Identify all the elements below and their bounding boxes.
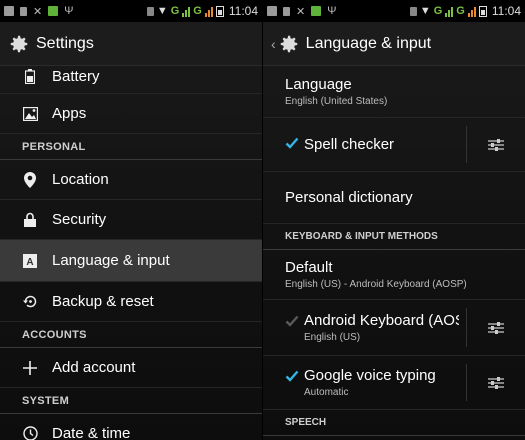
signal-icon [445,6,454,17]
personal-dictionary-label: Personal dictionary [285,189,413,206]
plus-icon [22,360,38,376]
usb-debug-icon: Ψ [64,5,74,17]
spell-checker-settings-button[interactable] [466,126,525,163]
language-setting[interactable]: Language English (United States) [263,66,525,118]
personal-dictionary-setting[interactable]: Personal dictionary [263,172,525,224]
signal-icon [182,6,191,17]
settings-item-label: Battery [52,68,100,85]
settings-item-label: Date & time [52,425,131,440]
notification-icon [267,6,277,16]
settings-item-label: Add account [52,359,136,376]
default-keyboard-setting[interactable]: Default English (US) - Android Keyboard … [263,250,525,300]
location-icon [22,171,38,188]
android-keyboard-checkbox [285,315,299,329]
tune-icon [488,376,504,389]
network-type: G [170,5,180,17]
default-keyboard-value: English (US) - Android Keyboard (AOSP) [285,279,467,290]
tune-icon [488,321,504,334]
settings-item-label: Apps [52,105,87,122]
vibrate-icon [409,6,417,16]
settings-list: Battery Apps PERSONAL Location Security … [0,60,262,440]
section-header-personal: PERSONAL [0,134,262,160]
android-keyboard-subtitle: English (US) [304,332,361,343]
status-bar: ✕ Ψ ▼ G G 11:04 [0,0,262,22]
settings-item-battery[interactable]: Battery [0,60,262,94]
settings-item-label: Location [52,171,109,188]
apps-icon [22,106,38,122]
spell-checker-checkbox[interactable] [285,137,299,151]
page-title: Language & input [305,34,432,52]
section-header-keyboard: KEYBOARD & INPUT METHODS [263,224,525,250]
battery-status-icon [215,5,224,17]
status-bar: ✕ Ψ ▼ G G 11:04 [263,0,525,22]
app-notification-icon [48,6,59,16]
clock: 11:04 [228,4,258,18]
settings-item-apps[interactable]: Apps [0,94,262,134]
lock-icon [22,212,38,228]
settings-gear-icon [8,33,30,55]
settings-item-location[interactable]: Location [0,160,262,200]
settings-item-language-input[interactable]: A Language & input [0,240,262,282]
android-keyboard-setting[interactable]: Android Keyboard (AOSP) English (US) [263,300,525,356]
vibrate-icon [146,6,154,16]
android-keyboard-title: Android Keyboard (AOSP) [304,312,459,329]
battery-status-icon [478,5,487,17]
settings-item-label: Security [52,211,107,228]
spell-checker-setting[interactable]: Spell checker [263,118,525,172]
wifi-icon: ▼ [156,5,168,17]
usb-icon: ✕ [33,5,43,18]
settings-item-label: Backup & reset [52,293,154,310]
notification-icon [4,6,14,16]
sd-card-icon [20,6,27,16]
google-voice-checkbox[interactable] [285,370,299,384]
sd-card-icon [283,6,290,16]
usb-debug-icon: Ψ [327,5,337,17]
signal-icon-2 [204,6,213,17]
usb-icon: ✕ [296,5,306,18]
app-notification-icon [311,6,322,16]
settings-item-date-time[interactable]: Date & time [0,414,262,440]
backup-icon [22,294,38,310]
settings-item-security[interactable]: Security [0,200,262,240]
google-voice-settings-button[interactable] [466,364,525,401]
wifi-icon: ▼ [419,5,431,17]
svg-text:A: A [26,257,33,268]
network-type-2: G [193,5,202,17]
language-input-screen: ✕ Ψ ▼ G G 11:04 ‹ Language & input Langu… [263,0,525,440]
language-title: Language [285,76,352,93]
default-keyboard-title: Default [285,259,333,276]
settings-gear-icon [278,33,300,55]
network-type-2: G [456,5,465,17]
android-keyboard-settings-button[interactable] [466,308,525,347]
back-caret-icon[interactable]: ‹ [271,36,276,52]
section-header-speech: SPEECH [263,410,525,436]
settings-item-label: Language & input [52,252,170,269]
google-voice-typing-setting[interactable]: Google voice typing Automatic [263,356,525,410]
spell-checker-label: Spell checker [304,136,395,153]
language-icon: A [22,253,38,269]
signal-icon-2 [467,6,476,17]
settings-item-backup-reset[interactable]: Backup & reset [0,282,262,322]
clock: 11:04 [491,4,521,18]
section-header-system: SYSTEM [0,388,262,414]
google-voice-subtitle: Automatic [304,387,349,398]
network-type: G [433,5,443,17]
language-value: English (United States) [285,96,388,107]
page-title: Settings [36,34,94,52]
tune-icon [488,138,504,151]
clock-icon [22,426,38,440]
settings-screen: ✕ Ψ ▼ G G 11:04 Settings Battery Apps PE… [0,0,262,440]
google-voice-title: Google voice typing [304,367,436,384]
battery-icon [22,69,38,85]
action-bar[interactable]: ‹ Language & input [263,22,525,66]
settings-item-add-account[interactable]: Add account [0,348,262,388]
section-header-accounts: ACCOUNTS [0,322,262,348]
